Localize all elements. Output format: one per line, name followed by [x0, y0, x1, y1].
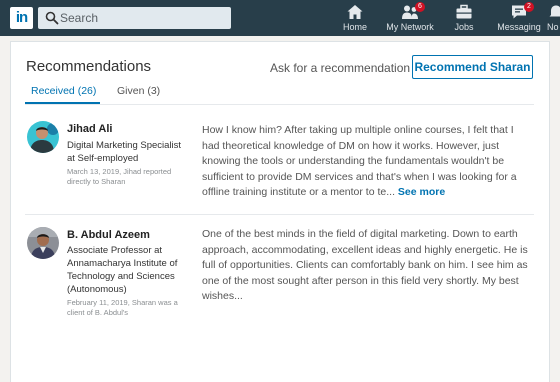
tab-given[interactable]: Given (3)	[117, 85, 160, 97]
recommendations-card: Recommendations Ask for a recommendation…	[10, 41, 550, 382]
nav-notifications[interactable]: No	[547, 4, 560, 36]
recommender-name[interactable]: Jihad Ali	[67, 123, 112, 135]
avatar-b-abdul-azeem	[27, 227, 59, 259]
recommendation-text-body: How I know him? After taking up multiple…	[202, 124, 517, 198]
ask-recommendation-link[interactable]: Ask for a recommendation	[270, 61, 410, 75]
recommender-headline: Associate Professor at Annamacharya Inst…	[67, 245, 178, 295]
messaging-badge: 2	[524, 2, 534, 12]
messaging-icon-wrap: 2	[510, 2, 534, 20]
avatar[interactable]	[27, 227, 59, 259]
recommendation-text: One of the best minds in the field of di…	[202, 228, 528, 302]
top-navbar: in Home 6 My Network	[0, 0, 560, 36]
network-icon-wrap: 6	[401, 2, 425, 20]
avatar-jihad-ali	[27, 121, 59, 153]
tabs-divider	[25, 104, 534, 105]
nav-my-network[interactable]: 6 My Network	[386, 2, 434, 36]
recommendation-text: How I know him? After taking up multiple…	[202, 123, 532, 201]
recommender-name[interactable]: B. Abdul Azeem	[67, 229, 150, 241]
search-input[interactable]	[60, 7, 228, 29]
briefcase-icon	[456, 4, 472, 19]
nav-my-network-label: My Network	[386, 22, 434, 32]
recommendation-item: Jihad Ali Digital Marketing Specialist a…	[25, 120, 534, 215]
recommendation-meta: March 13, 2019, Jihad reported directly …	[67, 167, 172, 186]
linkedin-logo[interactable]: in	[10, 7, 33, 29]
network-badge: 6	[415, 2, 425, 12]
notifications-icon	[549, 5, 560, 17]
nav-messaging[interactable]: 2 Messaging	[497, 2, 541, 36]
nav-home-label: Home	[343, 22, 368, 32]
nav-messaging-label: Messaging	[497, 22, 541, 32]
search-box[interactable]	[38, 7, 231, 29]
recommend-button[interactable]: Recommend Sharan	[412, 55, 533, 79]
nav-jobs-label: Jobs	[454, 22, 474, 32]
tab-received[interactable]: Received (26)	[31, 85, 96, 97]
nav-home[interactable]: Home	[343, 4, 367, 36]
section-title: Recommendations	[26, 58, 152, 75]
recommendation-item: B. Abdul Azeem Associate Professor at An…	[25, 226, 534, 326]
search-icon	[45, 11, 59, 25]
recommendation-meta: February 11, 2019, Sharan was a client o…	[67, 298, 178, 317]
home-icon	[347, 5, 363, 19]
recommender-headline: Digital Marketing Specialist at Self-emp…	[67, 140, 182, 164]
nav-notifications-label: No	[547, 22, 559, 32]
see-more-link[interactable]: See more	[398, 186, 445, 198]
avatar[interactable]	[27, 121, 59, 153]
recommendation-divider	[25, 214, 534, 215]
nav-jobs[interactable]: Jobs	[452, 4, 476, 36]
